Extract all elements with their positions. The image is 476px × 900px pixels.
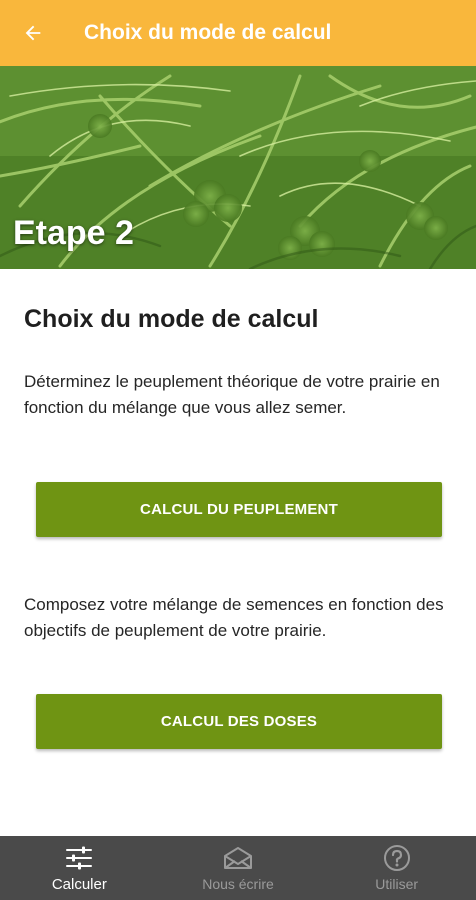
nav-item-calculer[interactable]: Calculer (0, 836, 159, 900)
bottom-navigation: Calculer Nous écrire Utiliser (0, 836, 476, 900)
nav-item-utiliser[interactable]: Utiliser (317, 836, 476, 900)
nav-item-nous-ecrire[interactable]: Nous écrire (159, 836, 318, 900)
nav-label-calculer: Calculer (51, 876, 107, 893)
help-circle-icon (382, 844, 412, 872)
calcul-doses-button[interactable]: CALCUL DES DOSES (36, 694, 442, 749)
sliders-icon (64, 844, 94, 872)
nav-label-nous-ecrire: Nous écrire (202, 876, 274, 892)
calcul-peuplement-button[interactable]: CALCUL DU PEUPLEMENT (36, 482, 442, 537)
arrow-left-icon (25, 25, 41, 41)
back-button[interactable] (0, 0, 66, 66)
peuplement-description: Déterminez le peuplement théorique de vo… (24, 372, 440, 417)
nav-label-utiliser: Utiliser (375, 876, 419, 892)
app-bar-title: Choix du mode de calcul (84, 21, 332, 44)
step-label: Etape 2 (13, 214, 134, 252)
hero-banner: Etape 2 (0, 66, 476, 269)
envelope-icon (223, 844, 253, 872)
app-bar: Choix du mode de calcul (0, 0, 476, 66)
page-title: Choix du mode de calcul (24, 305, 319, 333)
doses-description: Composez votre mélange de semences en fo… (24, 595, 444, 640)
